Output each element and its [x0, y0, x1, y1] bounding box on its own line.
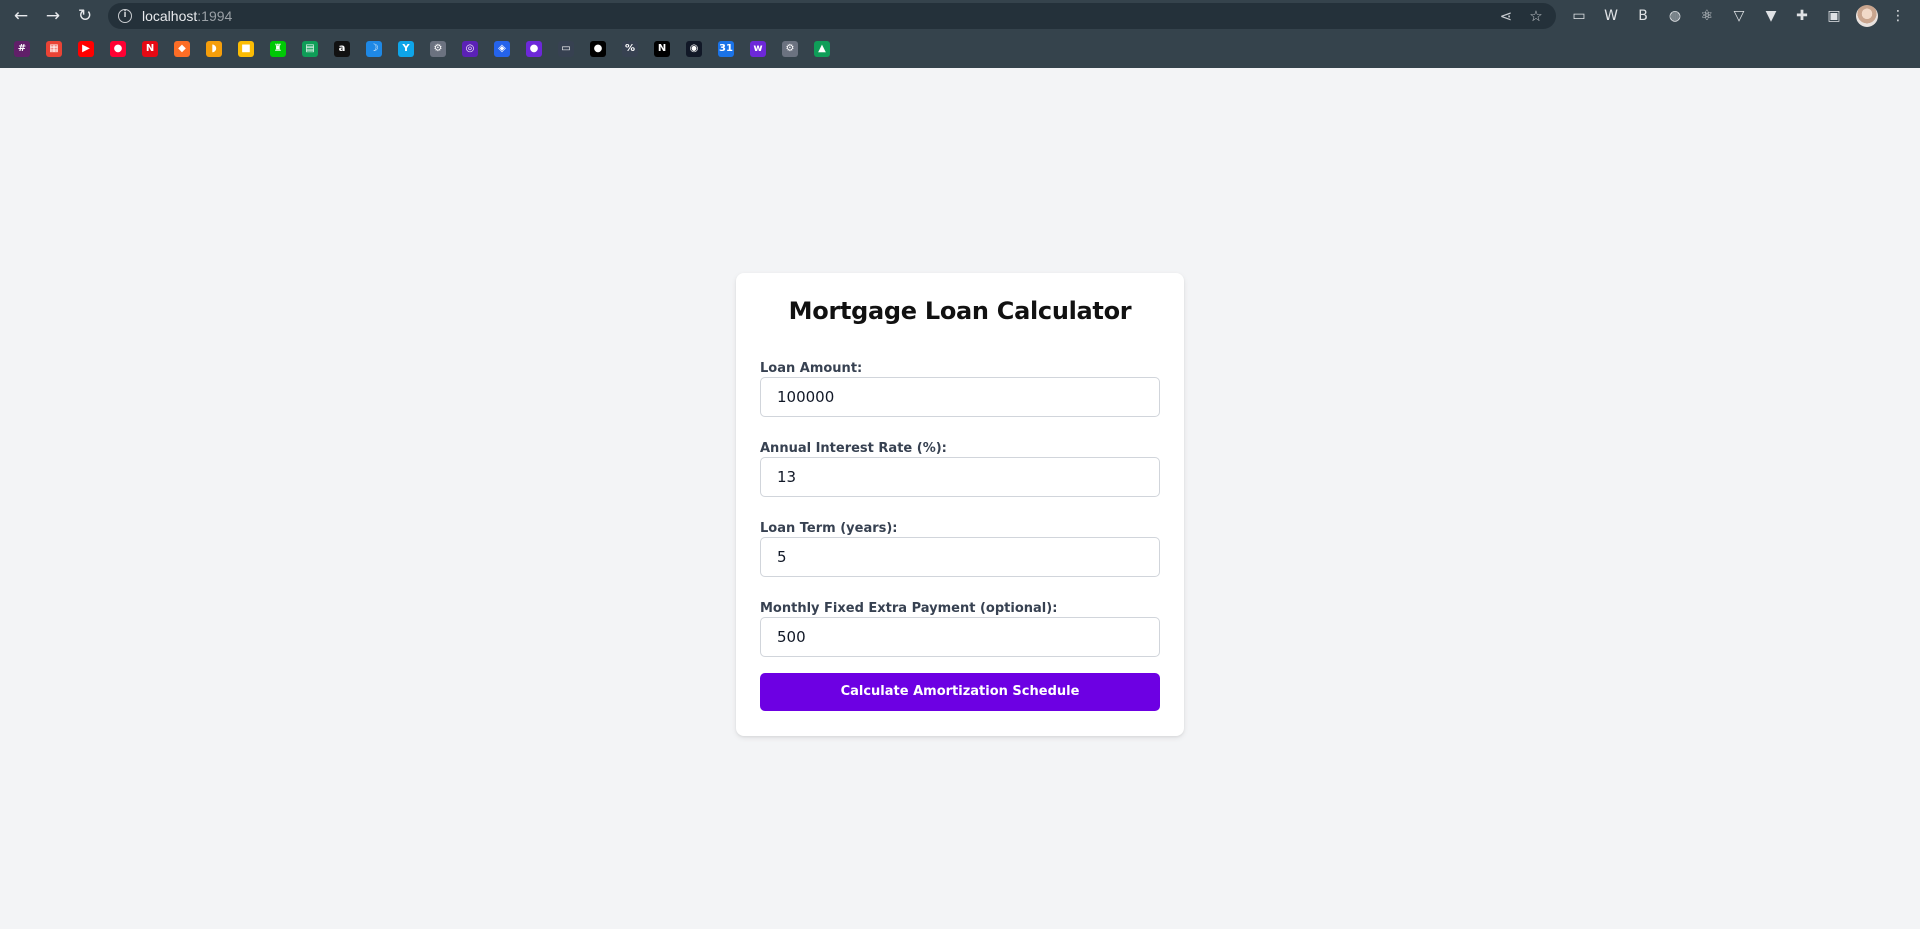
web3-icon[interactable]: w	[750, 41, 766, 57]
calculate-button[interactable]: Calculate Amortization Schedule	[760, 673, 1160, 711]
extra-payment-input[interactable]: 500	[760, 617, 1160, 657]
interest-rate-label: Annual Interest Rate (%):	[760, 441, 947, 456]
vuetify-icon[interactable]: ▼	[1761, 6, 1781, 26]
youtube-icon[interactable]: ▶	[78, 41, 94, 57]
reload-icon: ↻	[77, 6, 93, 26]
robinhood-icon[interactable]: ♜	[270, 41, 286, 57]
arrow-left-icon: ←	[13, 6, 29, 26]
gitlab-icon[interactable]: ◆	[174, 41, 190, 57]
slack-icon[interactable]: #	[14, 41, 30, 57]
address-bar[interactable]: i localhost:1994 ⋖ ☆	[108, 3, 1556, 29]
y-icon[interactable]: Y	[398, 41, 414, 57]
side-panel-icon[interactable]: ▣	[1824, 6, 1844, 26]
react-icon[interactable]: ⚛	[1697, 6, 1717, 26]
diamond-icon[interactable]: ◈	[494, 41, 510, 57]
w-icon[interactable]: W	[1601, 6, 1621, 26]
percent-icon[interactable]: %	[622, 41, 638, 57]
site-info-icon[interactable]: i	[118, 9, 132, 23]
arrow-right-icon: →	[45, 6, 61, 26]
mouse-icon[interactable]: ◍	[1665, 6, 1685, 26]
calendar-icon[interactable]: 31	[718, 41, 734, 57]
settings-icon[interactable]: ⚙	[782, 41, 798, 57]
bread-icon[interactable]: ◗	[206, 41, 222, 57]
extensions-puzzle-icon[interactable]: ✚	[1792, 6, 1812, 26]
crescent-icon[interactable]: ☽	[366, 41, 382, 57]
page-title: Mortgage Loan Calculator	[788, 297, 1132, 325]
amazon-icon[interactable]: a	[334, 41, 350, 57]
profile-avatar[interactable]	[1856, 5, 1878, 27]
bookmark-star-icon[interactable]: ☆	[1526, 6, 1546, 26]
share-icon[interactable]: ⋖	[1496, 6, 1516, 26]
gear-icon[interactable]: ⚙	[430, 41, 446, 57]
sheets-icon[interactable]: ▤	[302, 41, 318, 57]
purple-orb-icon[interactable]: ●	[526, 41, 542, 57]
drive-icon[interactable]: ▲	[814, 41, 830, 57]
loan-amount-input[interactable]: 100000	[760, 377, 1160, 417]
reload-button[interactable]: ↻	[73, 4, 97, 28]
browser-menu-icon[interactable]: ⋮	[1888, 6, 1908, 26]
terminal-icon[interactable]: ▭	[1569, 6, 1589, 26]
loan-amount-label: Loan Amount:	[760, 361, 863, 376]
notion-icon[interactable]: N	[654, 41, 670, 57]
tab-icon[interactable]: ▭	[558, 41, 574, 57]
globe-icon[interactable]: ◉	[686, 41, 702, 57]
forward-button[interactable]: →	[41, 4, 65, 28]
back-button[interactable]: ←	[9, 4, 33, 28]
url-host: localhost	[142, 8, 198, 24]
bitwarden-icon[interactable]: B	[1633, 6, 1653, 26]
loan-term-label: Loan Term (years):	[760, 521, 898, 536]
url-port: :1994	[197, 8, 233, 24]
keep-icon[interactable]: ■	[238, 41, 254, 57]
calendar-purple-icon[interactable]: ◎	[462, 41, 478, 57]
browser-toolbar: ← → ↻ i localhost:1994 ⋖ ☆ ▭ W B ◍ ⚛ ▽ ▼ ✚ ▣ ⋮	[0, 0, 1920, 32]
extra-payment-label: Monthly Fixed Extra Payment (optional):	[760, 601, 1058, 616]
interest-rate-input[interactable]: 13	[760, 457, 1160, 497]
url-text[interactable]: localhost:1994	[142, 8, 232, 24]
medium-icon[interactable]: ●	[590, 41, 606, 57]
google-apps-icon[interactable]: ▦	[46, 41, 62, 57]
bookmarks-bar: # ▦ ▶ ● N ◆ ◗ ■ ♜ ▤ a ☽ Y ⚙ ◎ ◈ ● ▭ ●% N ◉ 31 w ⚙ ▲	[0, 32, 1920, 68]
vue-icon[interactable]: ▽	[1729, 6, 1749, 26]
calculator-card: Mortgage Loan Calculator Loan Amount: 10…	[736, 273, 1184, 736]
loan-term-input[interactable]: 5	[760, 537, 1160, 577]
youtube-music-icon[interactable]: ●	[110, 41, 126, 57]
netflix-icon[interactable]: N	[142, 41, 158, 57]
